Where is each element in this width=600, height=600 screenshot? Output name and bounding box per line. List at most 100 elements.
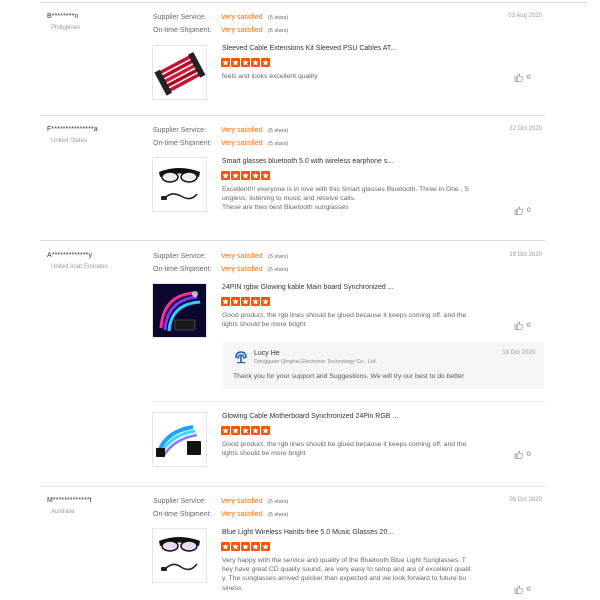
reply-text: Thank you for your support and Suggestio… (233, 373, 465, 380)
star-icon (251, 297, 260, 306)
product-title-link[interactable]: Sleeved Cable Extensions Kit Sleeved PSU… (222, 45, 396, 52)
star-icon (261, 426, 270, 435)
buyer-name: F***************a (47, 126, 98, 133)
star-icon (251, 426, 260, 435)
divider (40, 2, 588, 3)
product-thumbnail[interactable] (152, 528, 207, 583)
company-logo-icon (235, 351, 247, 364)
thumbs-up-icon (514, 73, 523, 82)
star-icon (221, 426, 230, 435)
supplier-reply: Lucy He Dongguan Qinghai Electronic Tech… (223, 342, 544, 389)
product-rating (221, 58, 270, 67)
star-icon (261, 542, 270, 551)
supplier-service-label: Supplier Service: (153, 498, 206, 505)
helpful-button[interactable]: 0 (514, 450, 531, 459)
buyer-country: United Arab Emirates (51, 264, 108, 270)
supplier-service-label: Supplier Service: (153, 14, 206, 21)
product-thumbnail[interactable] (152, 45, 207, 100)
supplier-service-rating: Very satisfied (221, 127, 263, 134)
star-icon (221, 297, 230, 306)
divider (40, 486, 545, 487)
star-icon (241, 297, 250, 306)
product-thumbnail[interactable] (152, 412, 207, 467)
product-title-link[interactable]: Smart glasses bluetooth 5.0 with wireles… (222, 158, 393, 165)
star-icon (231, 542, 240, 551)
like-count: 0 (527, 207, 531, 214)
product-thumbnail[interactable] (152, 283, 207, 338)
review-date: 22 Oct 2020 (509, 126, 542, 132)
product-title-link[interactable]: 24PIN rgbw Glowing kable Main board Sync… (222, 284, 394, 291)
stars-count: (5 stars) (268, 128, 289, 134)
divider (40, 115, 545, 116)
thumbs-up-icon (514, 585, 523, 594)
supplier-service-rating: Very satisfied (221, 14, 263, 21)
buyer-name: A*************y (47, 252, 93, 259)
star-icon (241, 426, 250, 435)
thumbs-up-icon (514, 206, 523, 215)
buyer-name: B********n (47, 13, 79, 20)
stars-count: (5 stars) (268, 28, 289, 34)
review-text: Good product, the rgb lines should be gl… (222, 312, 467, 329)
shipment-rating: Very satisfied (221, 511, 263, 518)
buyer-country: Australia (51, 509, 75, 515)
stars-count: (5 stars) (268, 254, 289, 260)
supplier-service-label: Supplier Service: (153, 253, 206, 260)
star-icon (231, 58, 240, 67)
supplier-service-rating: Very satisfied (221, 498, 263, 505)
divider (152, 401, 545, 402)
stars-count: (5 stars) (268, 512, 289, 518)
star-icon (261, 297, 270, 306)
review-text: Very happy with the service and quality … (222, 557, 471, 592)
divider (40, 240, 545, 241)
supplier-service-rating: Very satisfied (221, 253, 263, 260)
supplier-service-label: Supplier Service: (153, 127, 206, 134)
star-icon (251, 58, 260, 67)
shipment-label: On-time Shipment: (153, 511, 212, 518)
helpful-button[interactable]: 0 (514, 206, 531, 215)
star-icon (261, 58, 270, 67)
star-icon (251, 171, 260, 180)
product-rating (221, 426, 270, 435)
star-icon (241, 542, 250, 551)
star-icon (231, 426, 240, 435)
buyer-country: United States (51, 138, 88, 144)
buyer-country: Philippines (51, 25, 81, 31)
like-count: 0 (527, 74, 531, 81)
review-text: feels and looks excellent quality (222, 73, 318, 80)
star-icon (231, 297, 240, 306)
like-count: 0 (527, 322, 531, 329)
shipment-label: On-time Shipment: (153, 266, 212, 273)
review-date: 03 Aug 2020 (508, 13, 542, 19)
helpful-button[interactable]: 0 (514, 585, 531, 594)
product-rating (221, 171, 270, 180)
review-text: Excellent!!! everyone is in love with th… (222, 186, 469, 212)
review-date: 18 Oct 2020 (509, 252, 542, 258)
like-count: 0 (527, 586, 531, 593)
helpful-button[interactable]: 0 (514, 321, 531, 330)
helpful-button[interactable]: 0 (514, 73, 531, 82)
reply-company: Dongguan Qinghai Electronic Technology C… (254, 359, 378, 365)
reply-author: Lucy He (254, 350, 280, 357)
product-title-link[interactable]: Glowing Cable Motherboard Synchronized 2… (222, 413, 398, 420)
shipment-rating: Very satisfied (221, 266, 263, 273)
star-icon (231, 171, 240, 180)
stars-count: (5 stars) (268, 499, 289, 505)
star-icon (241, 171, 250, 180)
stars-count: (5 stars) (268, 15, 289, 21)
thumbs-up-icon (514, 450, 523, 459)
thumbs-up-icon (514, 321, 523, 330)
shipment-rating: Very satisfied (221, 27, 263, 34)
shipment-label: On-time Shipment: (153, 140, 212, 147)
shipment-label: On-time Shipment: (153, 27, 212, 34)
shipment-rating: Very satisfied (221, 140, 263, 147)
star-icon (221, 542, 230, 551)
product-thumbnail[interactable] (152, 157, 207, 212)
product-title-link[interactable]: Blue Light Wireless Hands-free 5.0 Music… (222, 529, 393, 536)
star-icon (221, 58, 230, 67)
star-icon (221, 171, 230, 180)
star-icon (251, 542, 260, 551)
product-rating (221, 542, 270, 551)
reply-date: 18 Oct 2020 (502, 350, 535, 356)
product-rating (221, 297, 270, 306)
review-text: Good product, the rgb lines should be gl… (222, 441, 467, 458)
